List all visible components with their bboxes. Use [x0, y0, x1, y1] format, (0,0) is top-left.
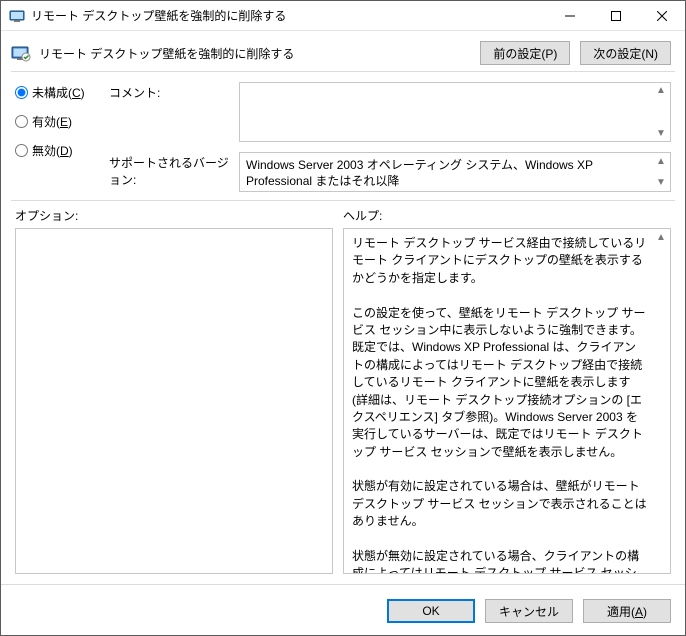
state-radios: 未構成(C) 有効(E) 無効(D)	[15, 82, 99, 192]
panels: リモート デスクトップ サービス経由で接続しているリモート クライアントにデスク…	[1, 228, 685, 574]
titlebar: リモート デスクトップ壁紙を強制的に削除する	[1, 1, 685, 31]
button-label: 適用(A)	[607, 603, 647, 620]
scroll-up-icon: ▲	[654, 85, 668, 96]
supported-label: サポートされるバージョン:	[109, 152, 231, 188]
ok-button[interactable]: OK	[387, 599, 475, 623]
radio-input[interactable]	[15, 115, 28, 128]
radio-label: 有効(E)	[32, 113, 72, 130]
previous-setting-button[interactable]: 前の設定(P)	[480, 41, 570, 65]
comment-label: コメント:	[109, 82, 231, 101]
button-label: 前の設定(P)	[493, 45, 557, 62]
scroll-up-icon: ▲	[654, 231, 668, 246]
radio-disabled[interactable]: 無効(D)	[15, 142, 99, 159]
radio-enabled[interactable]: 有効(E)	[15, 113, 99, 130]
radio-not-configured[interactable]: 未構成(C)	[15, 84, 99, 101]
close-button[interactable]	[639, 1, 685, 30]
help-label: ヘルプ:	[343, 207, 382, 224]
radio-label: 未構成(C)	[32, 84, 85, 101]
supported-row: サポートされるバージョン: Windows Server 2003 オペレーティ…	[109, 152, 671, 192]
comment-row: コメント: ▲ ▼	[109, 82, 671, 142]
policy-title: リモート デスクトップ壁紙を強制的に削除する	[39, 45, 472, 62]
supported-textbox: Windows Server 2003 オペレーティング システム、Window…	[239, 152, 671, 192]
window-controls	[547, 1, 685, 30]
supported-text: Windows Server 2003 オペレーティング システム、Window…	[246, 158, 593, 188]
options-label: オプション:	[15, 207, 333, 224]
minimize-button[interactable]	[547, 1, 593, 30]
next-setting-button[interactable]: 次の設定(N)	[580, 41, 671, 65]
window-title: リモート デスクトップ壁紙を強制的に削除する	[31, 7, 547, 24]
app-icon	[9, 8, 25, 24]
header: リモート デスクトップ壁紙を強制的に削除する 前の設定(P) 次の設定(N)	[1, 31, 685, 71]
button-label: キャンセル	[499, 603, 559, 620]
panel-labels: オプション: ヘルプ:	[1, 201, 685, 228]
scroll-up-icon: ▲	[654, 155, 668, 169]
help-panel: リモート デスクトップ サービス経由で接続しているリモート クライアントにデスク…	[343, 228, 671, 574]
button-label: OK	[422, 604, 439, 618]
config-section: 未構成(C) 有効(E) 無効(D) コメント: ▲ ▼ サポートされるバージョ…	[1, 72, 685, 200]
button-label: 次の設定(N)	[593, 45, 658, 62]
policy-icon	[11, 43, 31, 63]
comment-textbox[interactable]: ▲ ▼	[239, 82, 671, 142]
options-panel	[15, 228, 333, 574]
scroll-down-icon: ▼	[654, 128, 668, 139]
scroll-down-icon: ▼	[654, 176, 668, 190]
help-text: リモート デスクトップ サービス経由で接続しているリモート クライアントにデスク…	[352, 236, 647, 574]
footer: OK キャンセル 適用(A)	[1, 584, 685, 623]
apply-button[interactable]: 適用(A)	[583, 599, 671, 623]
fields: コメント: ▲ ▼ サポートされるバージョン: Windows Server 2…	[109, 82, 671, 192]
radio-label: 無効(D)	[32, 142, 73, 159]
maximize-button[interactable]	[593, 1, 639, 30]
cancel-button[interactable]: キャンセル	[485, 599, 573, 623]
radio-input[interactable]	[15, 144, 28, 157]
radio-input[interactable]	[15, 86, 28, 99]
